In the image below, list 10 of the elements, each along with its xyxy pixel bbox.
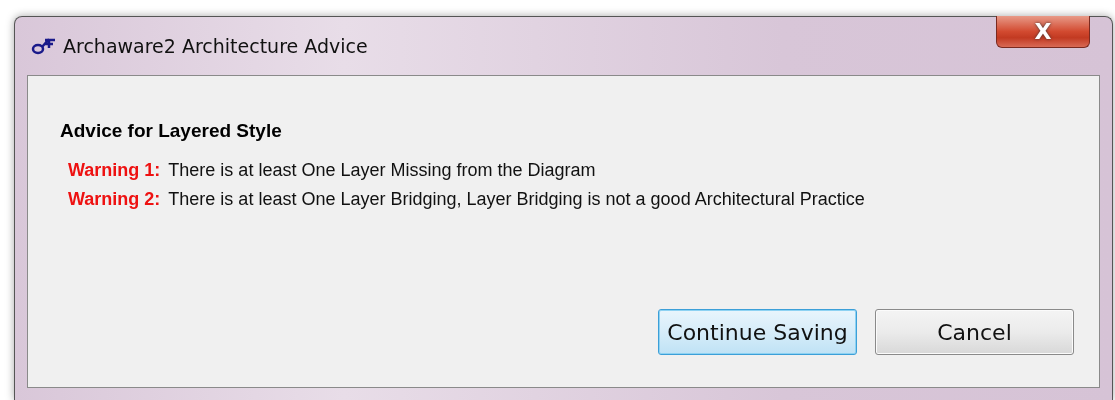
advice-heading: Advice for Layered Style [60, 120, 283, 142]
warning-text: There is at least One Layer Missing from the Diagram [168, 160, 596, 181]
warning-label: Warning 1: [68, 160, 161, 181]
window-title: Archaware2 Architecture Advice [63, 35, 368, 57]
cancel-button[interactable]: Cancel [875, 309, 1074, 355]
warning-text: There is at least One Layer Bridging, Layer Bridging is not a good Architectural Practice [168, 189, 865, 210]
close-button[interactable]: X [996, 16, 1090, 48]
warning-label: Warning 2: [68, 189, 161, 210]
logo-icon [31, 36, 57, 56]
continue-button[interactable]: Continue Saving [658, 309, 857, 355]
